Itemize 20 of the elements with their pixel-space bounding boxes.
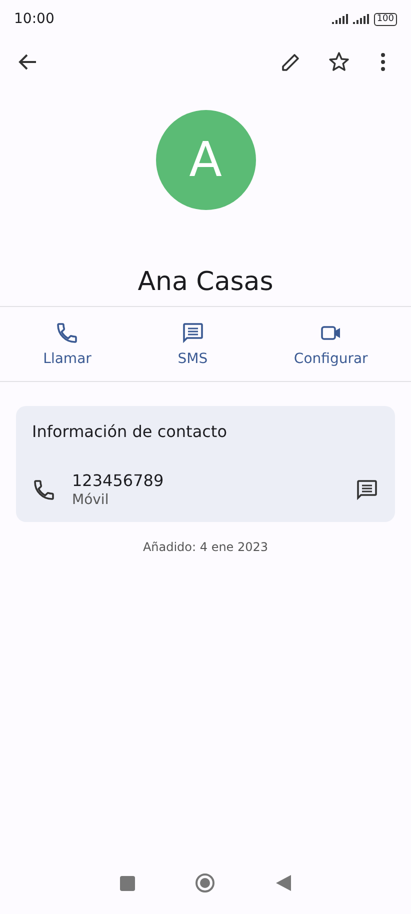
back-nav-button[interactable] — [276, 875, 291, 891]
contact-name: Ana Casas — [136, 266, 274, 299]
contact-avatar: A — [156, 110, 256, 210]
phone-icon — [55, 321, 80, 345]
recents-button[interactable] — [120, 876, 136, 890]
action-button[interactable]: SMS — [172, 321, 214, 367]
phone-type: Móvil — [72, 492, 110, 508]
action-button[interactable]: Configurar — [288, 321, 374, 367]
added-date: Añadido: 4 ene 2023 — [142, 540, 270, 554]
phone-number[interactable]: 123456789 — [72, 471, 339, 490]
message-icon — [180, 321, 205, 345]
clock: 10:00 — [14, 11, 54, 27]
star-icon[interactable] — [327, 50, 351, 74]
signal-icon — [352, 14, 370, 24]
signal-icon — [332, 14, 349, 24]
phone-icon — [32, 478, 56, 502]
battery-icon: 100 — [374, 12, 397, 26]
card-title: Información de contacto — [32, 422, 228, 441]
action-button[interactable]: Llamar — [37, 321, 98, 367]
home-button[interactable] — [195, 873, 216, 893]
